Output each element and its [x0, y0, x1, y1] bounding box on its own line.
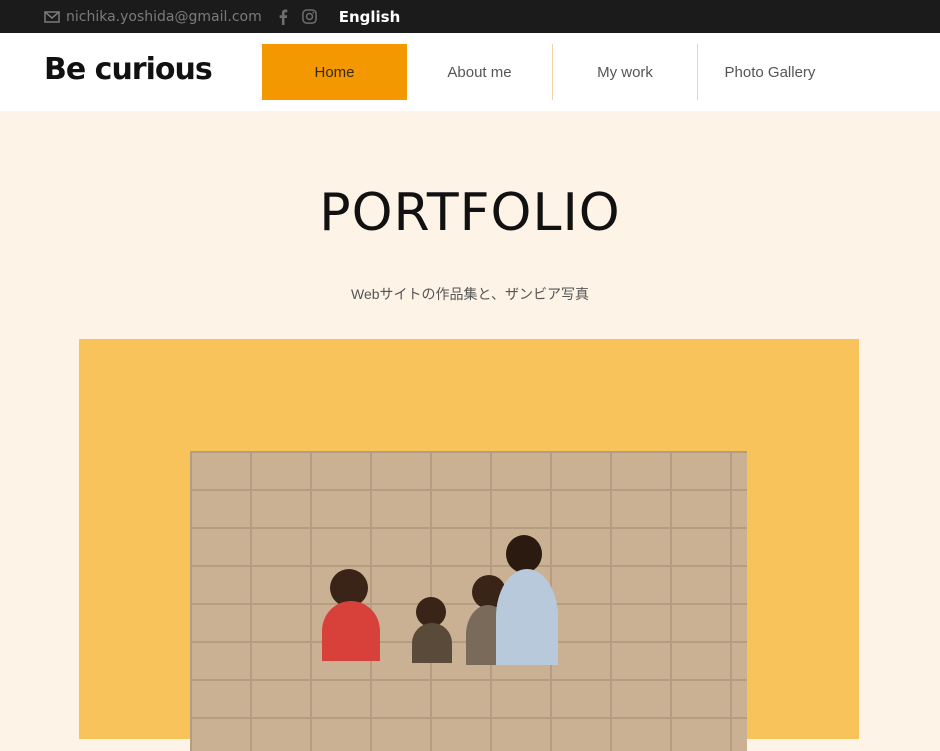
instagram-icon[interactable] — [301, 9, 317, 24]
child-figure — [506, 535, 542, 573]
language-switch[interactable]: English — [339, 8, 401, 26]
nav-photo-gallery[interactable]: Photo Gallery — [697, 44, 842, 100]
child-figure — [322, 601, 380, 661]
featured-photo[interactable] — [190, 451, 747, 751]
child-figure — [496, 569, 558, 665]
nav-my-work[interactable]: My work — [552, 44, 697, 100]
page-title: PORTFOLIO — [319, 183, 621, 243]
email-text: nichika.yoshida@gmail.com — [66, 8, 262, 25]
site-header: Be curious Home About me My work Photo G… — [0, 33, 940, 111]
main-nav: Home About me My work Photo Gallery — [262, 44, 842, 100]
site-logo[interactable]: Be curious — [44, 52, 213, 87]
contact-email[interactable]: nichika.yoshida@gmail.com — [44, 9, 262, 25]
featured-panel — [79, 339, 859, 751]
facebook-icon[interactable] — [278, 9, 288, 25]
mail-icon — [44, 10, 60, 23]
page-subtitle: Webサイトの作品集と、ザンビア写真 — [351, 286, 589, 302]
child-figure — [412, 623, 452, 663]
top-bar: nichika.yoshida@gmail.com English — [0, 0, 940, 33]
social-links — [278, 9, 317, 25]
nav-home[interactable]: Home — [262, 44, 407, 100]
nav-about-me[interactable]: About me — [407, 44, 552, 100]
